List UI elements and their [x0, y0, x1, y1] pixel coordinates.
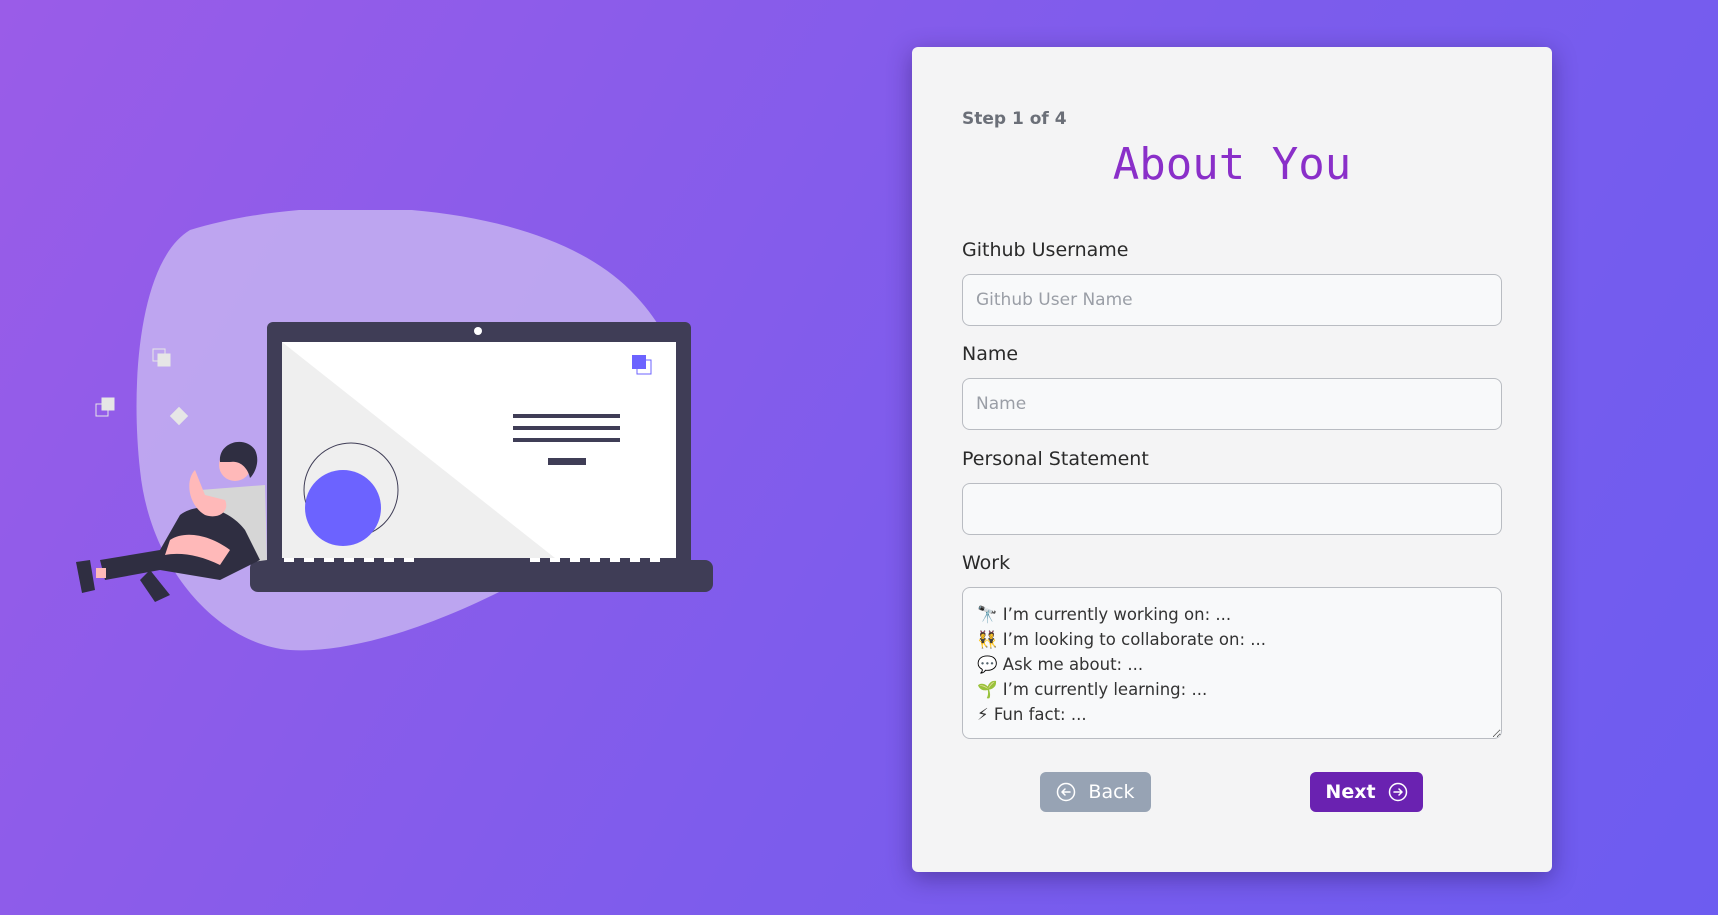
personal-statement-label: Personal Statement	[962, 448, 1149, 470]
back-button[interactable]: Back	[1040, 772, 1151, 812]
laptop-base	[250, 560, 713, 592]
next-button[interactable]: Next	[1310, 772, 1423, 812]
arrow-right-circle-icon	[1388, 782, 1407, 802]
laptop-person-illustration	[76, 210, 713, 651]
back-button-label: Back	[1088, 781, 1135, 803]
laptop-camera	[474, 327, 482, 335]
github-username-input[interactable]	[962, 274, 1502, 326]
personal-statement-input[interactable]	[962, 483, 1502, 535]
next-button-label: Next	[1325, 781, 1376, 803]
name-input[interactable]	[962, 378, 1502, 430]
name-label: Name	[962, 343, 1019, 365]
github-username-label: Github Username	[962, 239, 1129, 261]
arrow-left-circle-icon	[1057, 782, 1076, 802]
page-title: About You	[1112, 139, 1352, 190]
step-indicator: Step 1 of 4	[962, 109, 1067, 129]
work-label: Work	[962, 552, 1011, 574]
work-textarea[interactable]	[962, 587, 1502, 739]
screen-circle	[305, 470, 381, 546]
about-you-card: Step 1 of 4 About You Github Username Na…	[912, 47, 1552, 872]
